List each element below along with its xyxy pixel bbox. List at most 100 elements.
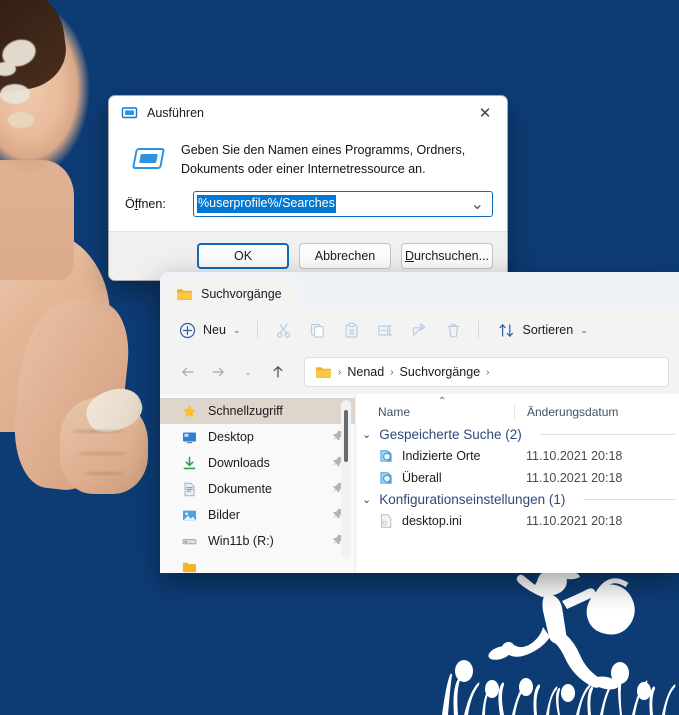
- new-button[interactable]: Neu ⌄: [170, 315, 249, 345]
- file-name-cell: desktop.ini: [356, 513, 514, 529]
- column-header-date[interactable]: Änderungsdatum: [514, 405, 618, 419]
- tab-suchvorgaenge[interactable]: Suchvorgänge: [166, 278, 298, 310]
- sort-button-label: Sortieren: [522, 323, 574, 337]
- tab-title: Suchvorgänge: [201, 287, 282, 301]
- download-icon: [182, 456, 199, 471]
- breadcrumb[interactable]: › Nenad › Suchvorgänge ›: [304, 357, 669, 387]
- file-name-cell: Indizierte Orte: [356, 448, 514, 464]
- file-name-label: desktop.ini: [402, 514, 462, 528]
- explorer-file-list: ⌃ Name Änderungsdatum ⌄ Gespeicherte Suc…: [356, 394, 679, 573]
- open-label: Öffnen:: [125, 197, 166, 211]
- run-dialog-titlebar[interactable]: Ausführen ✕: [109, 96, 507, 129]
- sidebar-item-win11b-drive[interactable]: Win11b (R:): [160, 528, 355, 554]
- group-header-label: Gespeicherte Suche (2): [379, 427, 522, 442]
- up-button[interactable]: [264, 358, 292, 386]
- table-row[interactable]: desktop.ini 11.10.2021 20:18: [356, 510, 679, 532]
- explorer-tabstrip: Suchvorgänge: [160, 272, 679, 310]
- sidebar-item-desktop[interactable]: Desktop: [160, 424, 355, 450]
- folder-icon: [316, 367, 331, 378]
- column-header-name[interactable]: ⌃ Name: [356, 396, 514, 419]
- toolbar-divider: [478, 321, 480, 339]
- sidebar-item-downloads[interactable]: Downloads: [160, 450, 355, 476]
- sidebar-item-label: Schnellzugriff: [208, 404, 283, 418]
- group-header-konfigurationseinstellungen[interactable]: ⌄ Konfigurationseinstellungen (1): [356, 489, 679, 510]
- chevron-down-icon[interactable]: ⌄: [362, 428, 371, 441]
- close-icon[interactable]: ✕: [463, 96, 507, 129]
- breadcrumb-separator: ›: [486, 366, 490, 378]
- sidebar-item-label: Desktop: [208, 430, 254, 444]
- run-dialog-title: Ausführen: [147, 105, 204, 120]
- breadcrumb-item-suchvorgaenge[interactable]: Suchvorgänge: [400, 365, 481, 379]
- cancel-button[interactable]: Abbrechen: [299, 243, 391, 269]
- photo-face-mask-patch: [0, 84, 30, 104]
- share-icon[interactable]: [402, 315, 436, 345]
- file-name-label: Überall: [402, 471, 442, 485]
- photo-knuckle: [84, 472, 124, 475]
- chevron-down-icon: ⌄: [244, 366, 252, 377]
- new-button-label: Neu: [203, 323, 226, 337]
- column-header-name-label: Name: [378, 405, 411, 419]
- plus-circle-icon: [179, 322, 196, 338]
- pictures-icon: [182, 508, 199, 523]
- breadcrumb-separator: ›: [338, 366, 342, 378]
- desktop-icon: [182, 430, 199, 445]
- group-divider: [583, 499, 675, 500]
- ini-file-icon: [380, 514, 392, 528]
- recent-locations-button[interactable]: ⌄: [234, 358, 262, 386]
- breadcrumb-item-nenad[interactable]: Nenad: [347, 365, 384, 379]
- sidebar-item-label: Dokumente: [208, 482, 272, 496]
- browse-button[interactable]: Durchsuchen...: [401, 243, 493, 269]
- sort-button[interactable]: Sortieren ⌄: [489, 315, 596, 345]
- file-list-header: ⌃ Name Änderungsdatum: [356, 394, 679, 424]
- chevron-down-icon[interactable]: ⌄: [580, 325, 588, 336]
- back-button[interactable]: [174, 358, 202, 386]
- ok-button[interactable]: OK: [197, 243, 289, 269]
- sidebar-item-partial[interactable]: [160, 554, 355, 573]
- forward-button[interactable]: [204, 358, 232, 386]
- run-window-icon: [121, 107, 138, 119]
- run-description-text: Geben Sie den Namen eines Programms, Ord…: [181, 143, 466, 176]
- run-path-combobox[interactable]: %userprofile%/Searches ⌄: [193, 191, 493, 217]
- sidebar-item-label: Bilder: [208, 508, 240, 522]
- photo-knuckle: [78, 452, 126, 455]
- folder-icon: [182, 560, 199, 574]
- group-divider: [539, 434, 675, 435]
- group-header-gespeicherte-suche[interactable]: ⌄ Gespeicherte Suche (2): [356, 424, 679, 445]
- run-dialog: Ausführen ✕ Geben Sie den Namen eines Pr…: [108, 95, 508, 281]
- run-description-row: Geben Sie den Namen eines Programms, Ord…: [123, 139, 493, 179]
- photo-knuckle: [72, 430, 126, 433]
- document-icon: [182, 482, 199, 497]
- chevron-down-icon[interactable]: ⌄: [362, 493, 371, 506]
- arrow-up-icon: [273, 366, 283, 378]
- chevron-down-icon[interactable]: ⌄: [471, 194, 484, 214]
- toolbar-divider: [257, 321, 259, 339]
- table-row[interactable]: Überall 11.10.2021 20:18: [356, 467, 679, 489]
- arrow-right-icon: [212, 367, 224, 377]
- sort-ascending-icon: ⌃: [438, 396, 447, 407]
- sidebar-scrollbar-thumb[interactable]: [344, 410, 348, 462]
- star-icon: [182, 404, 199, 419]
- run-path-input-value[interactable]: %userprofile%/Searches: [197, 194, 336, 214]
- file-date-cell: 11.10.2021 20:18: [526, 449, 623, 463]
- file-name-cell: Überall: [356, 470, 514, 486]
- sidebar-item-dokumente[interactable]: Dokumente: [160, 476, 355, 502]
- paste-icon[interactable]: [334, 315, 368, 345]
- rename-icon[interactable]: [368, 315, 402, 345]
- copy-icon[interactable]: [300, 315, 334, 345]
- chevron-down-icon[interactable]: ⌄: [233, 325, 241, 336]
- file-name-label: Indizierte Orte: [402, 449, 481, 463]
- sidebar-item-label: Downloads: [208, 456, 270, 470]
- run-open-row: Öffnen: %userprofile%/Searches ⌄: [125, 191, 493, 217]
- cut-icon[interactable]: [266, 315, 300, 345]
- saved-search-icon: [380, 472, 392, 484]
- sidebar-item-schnellzugriff[interactable]: Schnellzugriff: [160, 398, 355, 424]
- sidebar-scrollbar[interactable]: [341, 400, 351, 558]
- running-figure-decoration: [442, 568, 676, 715]
- file-explorer-window: Suchvorgänge Neu ⌄ Sortieren ⌄ ⌄ › Nenad…: [160, 272, 679, 573]
- table-row[interactable]: Indizierte Orte 11.10.2021 20:18: [356, 445, 679, 467]
- file-date-cell: 11.10.2021 20:18: [526, 471, 623, 485]
- arrow-left-icon: [182, 367, 194, 377]
- group-header-label: Konfigurationseinstellungen (1): [379, 492, 566, 507]
- delete-icon[interactable]: [436, 315, 470, 345]
- sidebar-item-bilder[interactable]: Bilder: [160, 502, 355, 528]
